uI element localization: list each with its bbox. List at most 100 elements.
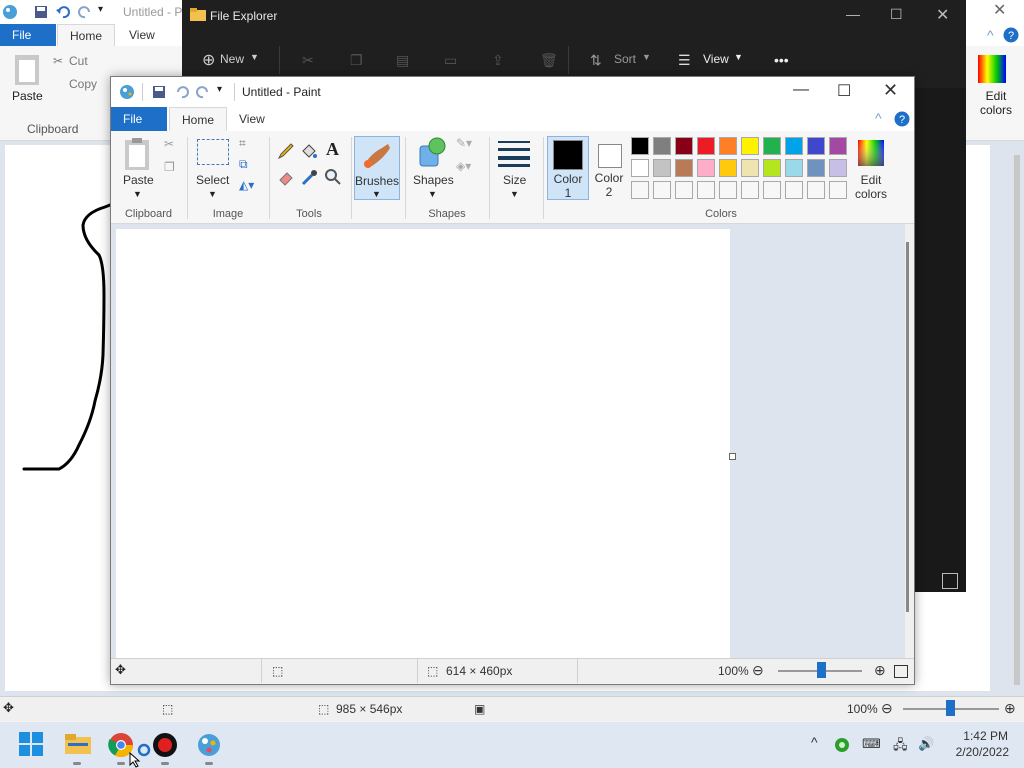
help-icon[interactable]: ? [1003, 27, 1019, 43]
palette-swatch[interactable] [697, 137, 715, 155]
palette-swatch[interactable] [631, 137, 649, 155]
palette-swatch[interactable] [763, 137, 781, 155]
show-hidden-icons[interactable]: ^ [811, 734, 818, 750]
zoom-slider-thumb[interactable] [817, 662, 826, 678]
vertical-scrollbar[interactable] [905, 224, 914, 658]
shapes-button-label[interactable]: Shapes [413, 173, 454, 187]
rotate-icon[interactable]: ◭▾ [239, 178, 254, 192]
palette-swatch[interactable] [785, 159, 803, 177]
cut-label[interactable]: Cut [69, 54, 88, 68]
zoom-out-icon[interactable]: ⊖ [752, 662, 764, 679]
background-vertical-scrollbar[interactable] [1014, 155, 1020, 685]
more-options-icon[interactable]: ••• [774, 52, 789, 68]
tab-view[interactable]: View [227, 107, 277, 131]
explorer-close-icon[interactable]: ✕ [936, 5, 949, 25]
save-icon[interactable] [151, 84, 167, 100]
size-label[interactable]: Size [503, 173, 526, 187]
palette-swatch[interactable] [653, 159, 671, 177]
edit-colors-label[interactable]: Edit colors [978, 89, 1014, 117]
explorer-minimize-icon[interactable]: — [846, 6, 860, 22]
outline-icon[interactable]: ✎▾ [456, 136, 472, 150]
explorer-maximize-icon[interactable]: ☐ [890, 6, 903, 23]
edit-colors-icon[interactable] [977, 54, 1007, 84]
keyboard-icon[interactable]: ⌨ [862, 736, 881, 752]
size-icon[interactable] [498, 139, 530, 167]
shapes-icon[interactable] [417, 136, 449, 168]
rename-icon[interactable]: ▭ [444, 52, 457, 69]
cut-icon[interactable]: ✂ [164, 137, 174, 151]
collapse-ribbon-icon[interactable]: ^ [875, 110, 882, 126]
clock-date[interactable]: 2/20/2022 [945, 745, 1009, 759]
volume-icon[interactable]: 🔊 [918, 736, 934, 752]
palette-swatch[interactable] [763, 181, 781, 199]
paint-taskbar-icon[interactable] [196, 732, 224, 760]
new-button[interactable]: New [220, 52, 244, 66]
cut-icon[interactable]: ✂ [302, 52, 314, 69]
maximize-icon[interactable]: ☐ [837, 81, 851, 101]
magnifier-icon[interactable] [324, 168, 342, 186]
redo-icon[interactable] [77, 4, 93, 20]
shapes-chevron-icon[interactable]: ▼ [428, 189, 437, 199]
canvas-resize-handle[interactable] [729, 453, 736, 460]
palette-swatch[interactable] [697, 181, 715, 199]
redo-icon[interactable] [195, 84, 211, 100]
select-chevron-icon[interactable]: ▼ [208, 189, 217, 199]
file-explorer-taskbar-icon[interactable] [64, 730, 92, 758]
palette-swatch[interactable] [675, 137, 693, 155]
palette-swatch[interactable] [719, 159, 737, 177]
paste-label[interactable]: Paste [123, 173, 154, 187]
palette-swatch[interactable] [807, 137, 825, 155]
palette-swatch[interactable] [675, 159, 693, 177]
start-button-icon[interactable] [19, 732, 47, 760]
palette-swatch[interactable] [785, 181, 803, 199]
palette-swatch[interactable] [829, 159, 847, 177]
copy-icon[interactable]: ❐ [350, 52, 363, 69]
fill-shape-icon[interactable]: ◈▾ [456, 159, 471, 173]
close-icon[interactable]: ✕ [883, 80, 898, 101]
edit-colors-label-2[interactable]: colors [851, 187, 891, 201]
edit-colors-label[interactable]: Edit [851, 173, 891, 187]
copy-label[interactable]: Copy [69, 77, 97, 91]
sort-chevron-icon[interactable]: ▼ [642, 52, 651, 62]
collapse-ribbon-icon[interactable]: ^ [987, 27, 994, 43]
brushes-button[interactable]: Brushes ▼ [354, 136, 400, 200]
zoom-in-icon[interactable]: ⊕ [874, 662, 886, 679]
palette-swatch[interactable] [763, 159, 781, 177]
palette-swatch[interactable] [697, 159, 715, 177]
zoom-slider-thumb[interactable] [946, 700, 955, 716]
palette-swatch[interactable] [653, 181, 671, 199]
undo-icon[interactable] [174, 84, 190, 100]
select-label[interactable]: Select [196, 173, 229, 187]
minimize-icon[interactable]: — [793, 81, 809, 99]
palette-swatch[interactable] [631, 159, 649, 177]
palette-swatch[interactable] [741, 181, 759, 199]
drawing-canvas[interactable] [116, 229, 730, 658]
tab-home[interactable]: Home [169, 107, 228, 132]
select-icon[interactable] [197, 139, 229, 165]
palette-swatch[interactable] [829, 137, 847, 155]
palette-swatch[interactable] [741, 137, 759, 155]
paste-icon[interactable]: ▤ [396, 52, 409, 69]
copy-icon[interactable]: ❐ [164, 160, 175, 174]
color-picker-icon[interactable] [300, 168, 318, 186]
quick-access-dropdown-icon[interactable]: ▾ [217, 84, 222, 95]
tab-file[interactable]: File [111, 107, 167, 131]
eraser-icon[interactable] [277, 168, 295, 186]
save-icon[interactable] [33, 4, 49, 20]
scrollbar-thumb[interactable] [906, 242, 909, 612]
palette-swatch[interactable] [785, 137, 803, 155]
background-close-icon[interactable]: ✕ [993, 0, 1006, 20]
palette-swatch[interactable] [675, 181, 693, 199]
tab-file[interactable]: File [0, 24, 56, 46]
network-icon[interactable]: 🖧 [893, 736, 908, 758]
quick-access-dropdown-icon[interactable]: ▾ [98, 4, 103, 15]
text-tool-icon[interactable]: A [326, 139, 339, 160]
color2-button[interactable]: Color 2 [593, 136, 633, 199]
palette-swatch[interactable] [829, 181, 847, 199]
sort-button[interactable]: Sort [614, 52, 636, 66]
tray-app-icon[interactable] [834, 737, 850, 753]
palette-swatch[interactable] [741, 159, 759, 177]
palette-swatch[interactable] [631, 181, 649, 199]
delete-icon[interactable]: 🗑 [540, 52, 558, 69]
pencil-icon[interactable] [277, 142, 295, 160]
